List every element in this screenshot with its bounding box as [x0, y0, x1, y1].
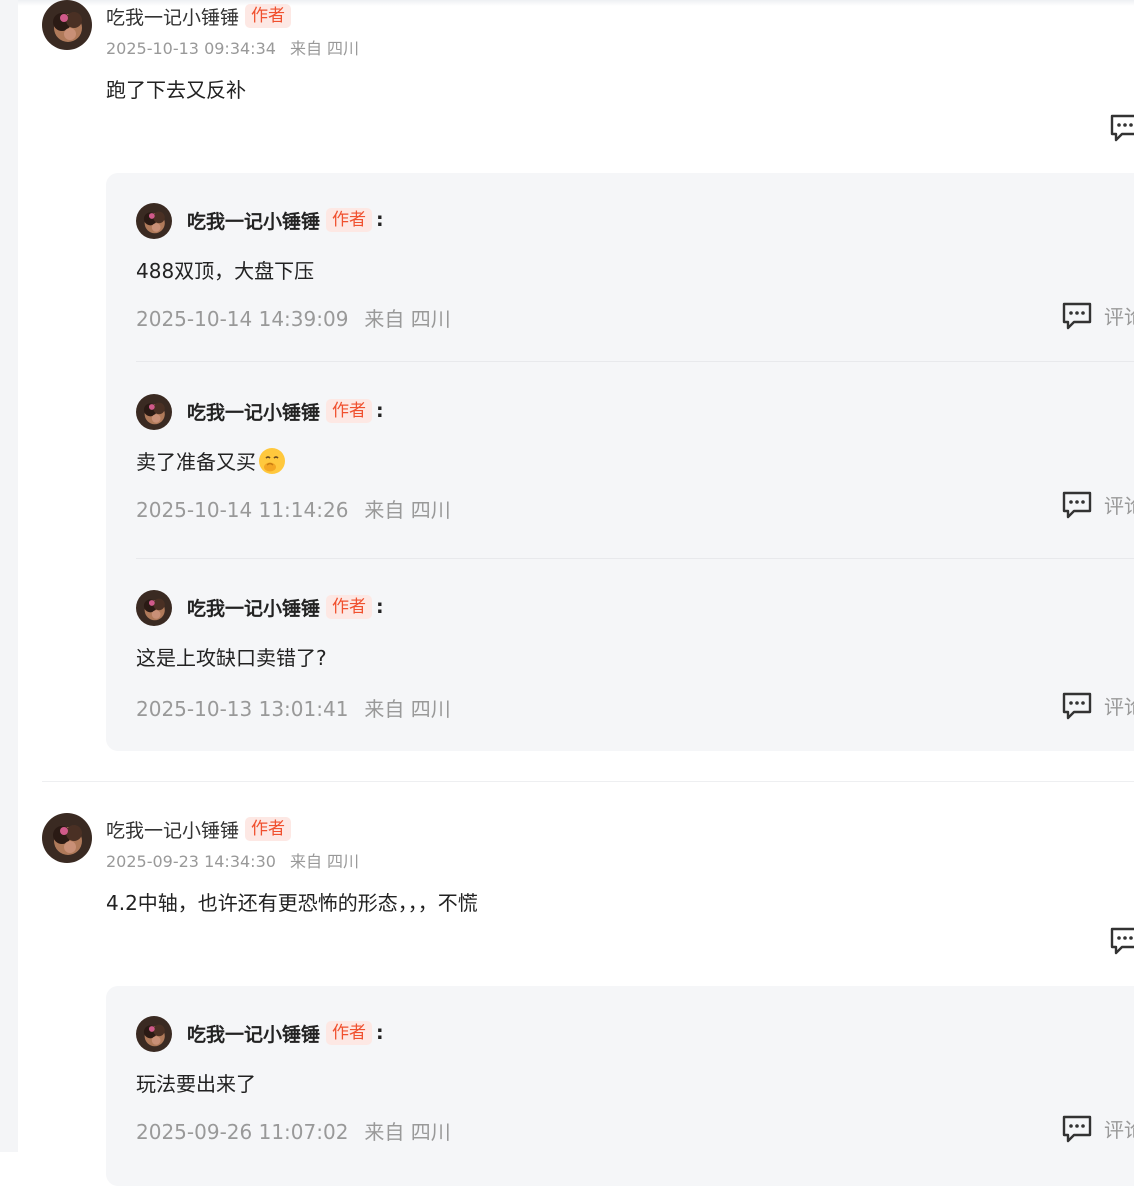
- shushing-face-emoji: [258, 447, 286, 475]
- reply-text-content: 卖了准备又买: [136, 450, 256, 474]
- reply-comment-button[interactable]: 评论: [1062, 490, 1134, 519]
- author-name[interactable]: 吃我一记小锤锤: [187, 594, 320, 621]
- comment-text: 跑了下去又反补: [106, 78, 246, 102]
- reply-timestamp: 2025-10-14 14:39:09: [136, 307, 349, 331]
- reply-header: 吃我一记小锤锤 作者 :: [187, 590, 384, 624]
- reply-header: 吃我一记小锤锤 作者 :: [187, 203, 384, 237]
- author-badge: 作者: [326, 595, 373, 619]
- divider: [136, 361, 1134, 362]
- comment-bubble-icon: [1062, 692, 1092, 719]
- reply-comment-button[interactable]: 评论: [1062, 1114, 1134, 1143]
- author-badge: 作者: [326, 208, 373, 232]
- author-badge: 作者: [245, 817, 292, 841]
- author-badge: 作者: [326, 399, 373, 423]
- author-badge: 作者: [326, 1021, 373, 1045]
- comment-header: 吃我一记小锤锤 作者: [106, 2, 292, 30]
- author-name[interactable]: 吃我一记小锤锤: [187, 1020, 320, 1047]
- comment-bubble-icon: [1062, 1115, 1092, 1142]
- avatar[interactable]: [42, 813, 92, 863]
- author-name[interactable]: 吃我一记小锤锤: [187, 398, 320, 425]
- reply-header: 吃我一记小锤锤 作者 :: [187, 394, 384, 428]
- reply-location: 来自 四川: [364, 697, 451, 721]
- avatar[interactable]: [42, 0, 92, 50]
- avatar[interactable]: [136, 1016, 172, 1052]
- divider: [136, 558, 1134, 559]
- reply-colon: :: [376, 596, 384, 618]
- comment-location: 来自 四川: [289, 39, 360, 58]
- reply-timestamp: 2025-10-14 11:14:26: [136, 498, 349, 522]
- page-left-gutter: [0, 0, 18, 1152]
- comment-action-label[interactable]: 评论: [1104, 1114, 1134, 1143]
- author-name[interactable]: 吃我一记小锤锤: [106, 816, 239, 843]
- comment-action-label[interactable]: 评论: [1104, 691, 1134, 720]
- reply-colon: :: [376, 400, 384, 422]
- comment-bubble-icon[interactable]: [1110, 114, 1134, 142]
- comment-action-label[interactable]: 评论: [1104, 490, 1134, 519]
- reply-text: 卖了准备又买: [136, 446, 286, 475]
- author-name[interactable]: 吃我一记小锤锤: [187, 207, 320, 234]
- reply-header: 吃我一记小锤锤 作者 :: [187, 1016, 384, 1050]
- reply-text-content: 488双顶，大盘下压: [136, 259, 315, 283]
- reply-meta: 2025-10-13 13:01:41 来自 四川: [136, 693, 451, 722]
- comment-bubble-icon: [1062, 302, 1092, 329]
- comment-bubble-icon: [1062, 491, 1092, 518]
- reply-text-content: 玩法要出来了: [136, 1072, 256, 1096]
- comment-meta: 2025-09-23 14:34:30 来自 四川: [106, 848, 359, 872]
- avatar[interactable]: [136, 394, 172, 430]
- reply-meta: 2025-10-14 11:14:26 来自 四川: [136, 494, 451, 523]
- reply-meta: 2025-09-26 11:07:02 来自 四川: [136, 1116, 451, 1145]
- author-badge: 作者: [245, 4, 292, 28]
- reply-timestamp: 2025-10-13 13:01:41: [136, 697, 349, 721]
- comment-timestamp: 2025-10-13 09:34:34: [106, 39, 276, 58]
- reply-list: 吃我一记小锤锤 作者 : 488双顶，大盘下压 2025-10-14 14:39…: [106, 173, 1134, 751]
- reply-comment-button[interactable]: 评论: [1062, 691, 1134, 720]
- reply-colon: :: [376, 209, 384, 231]
- reply-timestamp: 2025-09-26 11:07:02: [136, 1120, 349, 1144]
- reply-colon: :: [376, 1022, 384, 1044]
- comment-location: 来自 四川: [289, 852, 360, 871]
- reply-text-content: 这是上攻缺口卖错了?: [136, 646, 327, 670]
- reply-location: 来自 四川: [364, 307, 451, 331]
- comment-action-label[interactable]: 评论: [1104, 301, 1134, 330]
- comment-bubble-icon[interactable]: [1110, 927, 1134, 955]
- thread-divider: [42, 781, 1134, 782]
- reply-location: 来自 四川: [364, 498, 451, 522]
- reply-comment-button[interactable]: 评论: [1062, 301, 1134, 330]
- author-name[interactable]: 吃我一记小锤锤: [106, 3, 239, 30]
- reply-list: 吃我一记小锤锤 作者 : 玩法要出来了 2025-09-26 11:07:02 来…: [106, 986, 1134, 1186]
- comment-text: 4.2中轴，也许还有更恐怖的形态，，，不慌: [106, 891, 478, 915]
- avatar[interactable]: [136, 203, 172, 239]
- reply-text: 488双顶，大盘下压: [136, 255, 314, 284]
- avatar[interactable]: [136, 590, 172, 626]
- comment-header: 吃我一记小锤锤 作者: [106, 815, 292, 843]
- reply-text: 这是上攻缺口卖错了?: [136, 642, 327, 671]
- reply-text: 玩法要出来了: [136, 1068, 256, 1097]
- reply-meta: 2025-10-14 14:39:09 来自 四川: [136, 303, 451, 332]
- comment-meta: 2025-10-13 09:34:34 来自 四川: [106, 35, 359, 59]
- comment-timestamp: 2025-09-23 14:34:30: [106, 852, 276, 871]
- reply-location: 来自 四川: [364, 1120, 451, 1144]
